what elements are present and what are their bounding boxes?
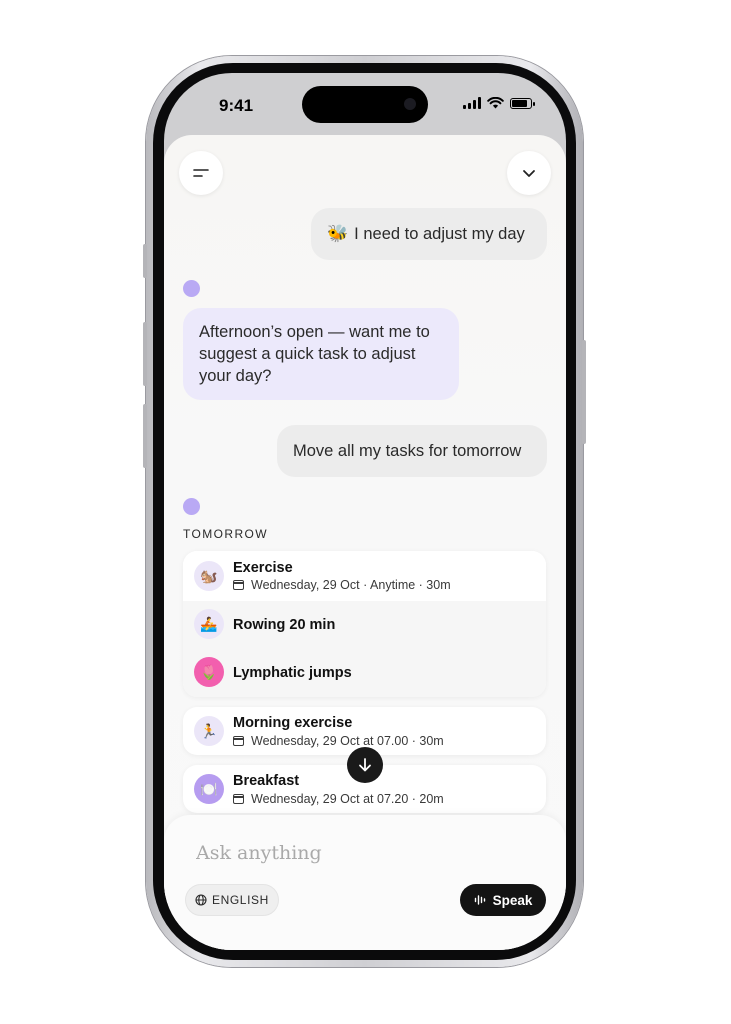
speak-label: Speak	[492, 892, 533, 908]
task-group-card[interactable]: 🐿️ Exercise Wednesday, 29 Oct · Anytime …	[183, 551, 546, 697]
waveform-icon	[474, 895, 485, 905]
task-meta: Wednesday, 29 Oct · Anytime · 30m	[233, 578, 451, 592]
task-title: Exercise	[233, 560, 293, 576]
task-title: Lymphatic jumps	[233, 665, 352, 681]
dynamic-island	[302, 86, 428, 123]
language-button[interactable]: ENGLISH	[185, 884, 279, 916]
task-meta-text: Wednesday, 29 Oct at 07.00 · 30m	[251, 734, 444, 748]
plate-icon: 🍽️	[194, 774, 224, 804]
globe-icon	[195, 894, 207, 906]
collapse-button[interactable]	[507, 151, 551, 195]
volume-down-button	[143, 404, 147, 468]
ask-input[interactable]	[194, 841, 538, 865]
task-meta: Wednesday, 29 Oct at 07.20 · 20m	[233, 792, 444, 806]
language-label: ENGLISH	[212, 893, 269, 907]
assistant-message-text: Afternoon’s open — want me to suggest a …	[199, 323, 430, 385]
task-item-exercise[interactable]: 🐿️ Exercise Wednesday, 29 Oct · Anytime …	[183, 551, 546, 601]
section-label-tomorrow: TOMORROW	[183, 527, 268, 541]
volume-up-button	[143, 322, 147, 386]
calendar-icon	[233, 580, 244, 590]
task-item-rowing[interactable]: 🚣 Rowing 20 min	[183, 601, 546, 651]
user-message-text: I need to adjust my day	[354, 224, 525, 243]
action-button	[143, 244, 147, 278]
menu-lines-icon	[193, 169, 209, 177]
cellular-signal-icon	[463, 97, 481, 109]
wifi-icon	[487, 97, 504, 109]
task-item-lymphatic-jumps[interactable]: 🌷 Lymphatic jumps	[183, 647, 546, 697]
tulip-icon: 🌷	[194, 657, 224, 687]
task-meta-text: Wednesday, 29 Oct · Anytime · 30m	[251, 578, 451, 592]
arrow-down-icon	[359, 758, 371, 772]
calendar-icon	[233, 794, 244, 804]
assistant-message: Afternoon’s open — want me to suggest a …	[183, 308, 459, 400]
power-button	[582, 340, 586, 444]
user-message-text: Move all my tasks for tomorrow	[293, 441, 522, 460]
task-meta-text: Wednesday, 29 Oct at 07.20 · 20m	[251, 792, 444, 806]
assistant-avatar-dot	[183, 280, 200, 297]
bee-emoji: 🐝	[327, 224, 349, 243]
battery-icon	[510, 97, 535, 109]
task-title: Morning exercise	[233, 715, 353, 731]
user-message: 🐝 I need to adjust my day	[311, 208, 547, 260]
chat-sheet: 🐝 I need to adjust my day Afternoon’s op…	[164, 135, 566, 950]
status-time: 9:41	[219, 96, 254, 115]
task-meta: Wednesday, 29 Oct at 07.00 · 30m	[233, 734, 444, 748]
squirrel-icon: 🐿️	[194, 561, 224, 591]
composer: ENGLISH Speak	[164, 815, 566, 950]
task-title: Breakfast	[233, 773, 300, 789]
scroll-to-bottom-button[interactable]	[347, 747, 383, 783]
assistant-avatar-dot	[183, 498, 200, 515]
user-message: Move all my tasks for tomorrow	[277, 425, 547, 477]
speak-button[interactable]: Speak	[460, 884, 546, 916]
calendar-icon	[233, 736, 244, 746]
phone-screen: 9:41 🐝 I need to adjust my day Afternoon…	[164, 73, 566, 950]
rowing-icon: 🚣	[194, 609, 224, 639]
task-title: Rowing 20 min	[233, 617, 336, 633]
running-icon: 🏃	[194, 716, 224, 746]
menu-button[interactable]	[179, 151, 223, 195]
chevron-down-icon	[523, 170, 535, 177]
battery-level	[512, 99, 528, 107]
camera-icon	[404, 98, 416, 110]
status-icons	[463, 97, 535, 109]
